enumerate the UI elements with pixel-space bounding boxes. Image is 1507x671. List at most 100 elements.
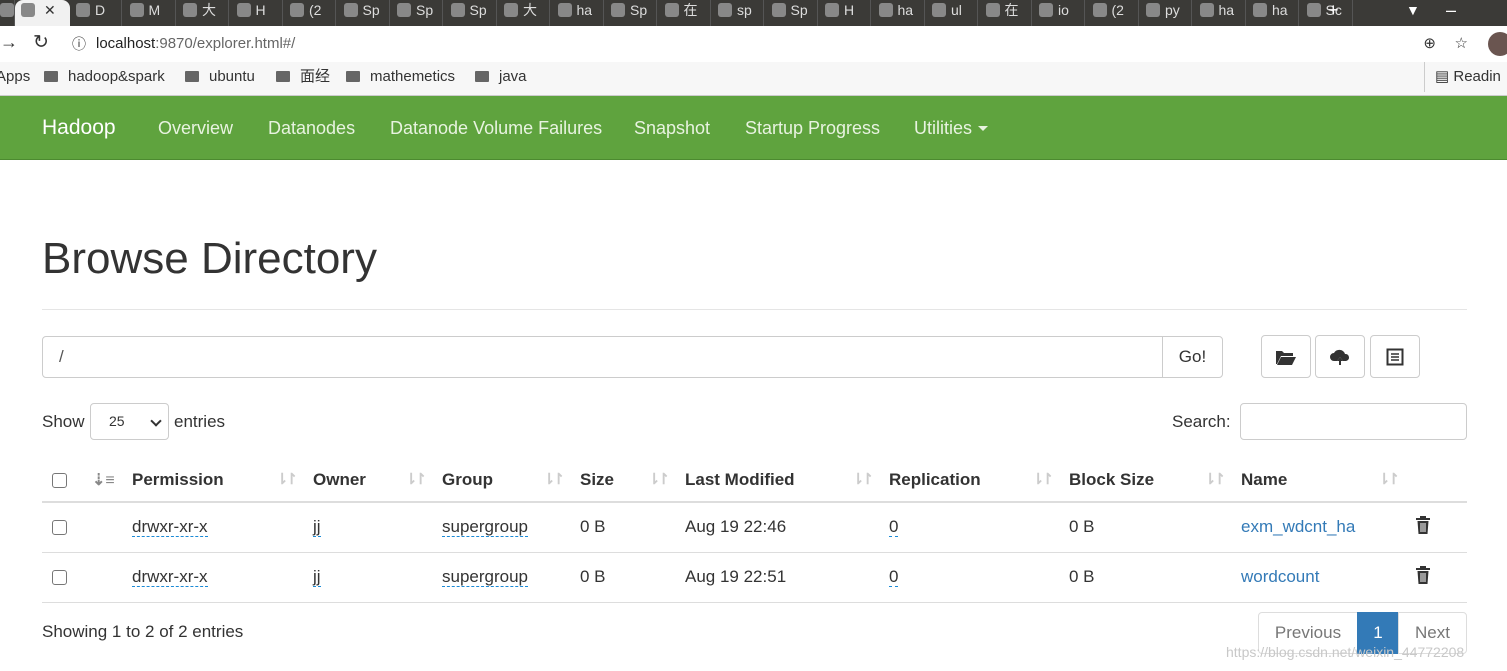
browser-tab[interactable]: Sl: [0, 0, 15, 26]
bookmark-hadoop-spark[interactable]: hadoop&spark: [44, 62, 165, 92]
favicon-icon: [557, 3, 572, 17]
info-icon: ⓘ: [72, 36, 86, 52]
browser-tab[interactable]: 大: [177, 0, 229, 26]
nav-volume-failures[interactable]: Datanode Volume Failures: [390, 96, 602, 160]
nav-overview[interactable]: Overview: [158, 96, 233, 160]
nav-utilities[interactable]: Utilities: [914, 96, 989, 160]
file-name-link[interactable]: wordcount: [1241, 567, 1319, 586]
permission-value[interactable]: drwxr-xr-x: [132, 567, 208, 587]
browser-tab[interactable]: Sp: [445, 0, 497, 26]
browser-tab[interactable]: ✕: [15, 0, 70, 26]
bookmark-apps[interactable]: Apps: [0, 62, 30, 92]
nav-snapshot[interactable]: Snapshot: [634, 96, 710, 160]
trash-icon[interactable]: [1415, 515, 1431, 534]
permission-value[interactable]: drwxr-xr-x: [132, 517, 208, 538]
browser-tab[interactable]: D: [70, 0, 122, 26]
header-size[interactable]: Size ⇂↾: [570, 458, 675, 503]
tab-title: (2: [1111, 2, 1124, 18]
header-permission[interactable]: Permission ⇂↾: [122, 458, 303, 503]
group-value[interactable]: supergroup: [442, 567, 529, 587]
table-info: Showing 1 to 2 of 2 entries: [42, 622, 244, 641]
header-label: Permission: [132, 469, 224, 489]
upload-button[interactable]: [1315, 335, 1365, 378]
browser-tab[interactable]: Sp: [605, 0, 657, 26]
replication-value[interactable]: 0: [889, 567, 899, 587]
browser-tab[interactable]: io: [1033, 0, 1085, 26]
close-tab-icon[interactable]: ✕: [44, 2, 56, 18]
owner-value[interactable]: jj: [313, 517, 321, 538]
nav-brand[interactable]: Hadoop: [42, 96, 116, 160]
browser-tab[interactable]: H: [819, 0, 871, 26]
browser-tab[interactable]: py: [1140, 0, 1192, 26]
sort-header[interactable]: ⇣≡: [90, 458, 122, 503]
trash-icon[interactable]: [1415, 565, 1431, 584]
search-input[interactable]: [1240, 403, 1467, 440]
tab-title: H: [844, 2, 855, 18]
nav-startup-progress[interactable]: Startup Progress: [745, 96, 880, 160]
file-table: ⇣≡ Permission ⇂↾ Owner ⇂↾ Group ⇂↾ Size ⇂↾ L…: [42, 458, 1467, 603]
favicon-icon: [236, 3, 251, 17]
browser-tab[interactable]: ha: [1194, 0, 1246, 26]
favicon-icon: [450, 3, 465, 17]
browser-tab[interactable]: ha: [1247, 0, 1299, 26]
browser-tab[interactable]: ha: [873, 0, 925, 26]
owner-value[interactable]: jj: [313, 567, 321, 587]
browser-tab[interactable]: ul: [926, 0, 978, 26]
nav-datanodes[interactable]: Datanodes: [268, 96, 355, 160]
bookmark-ubuntu[interactable]: ubuntu: [185, 62, 255, 92]
browser-tab[interactable]: Sp: [766, 0, 818, 26]
bookmark-mianjing[interactable]: 面经: [276, 62, 330, 92]
bookmark-java[interactable]: java: [475, 62, 527, 92]
group-value[interactable]: supergroup: [442, 517, 529, 538]
browser-tab[interactable]: H: [231, 0, 283, 26]
minimize-icon[interactable]: –: [1446, 0, 1456, 20]
bookmark-label: 面经: [300, 68, 331, 85]
file-name-link[interactable]: exm_wdcnt_ha: [1241, 517, 1355, 536]
reading-list[interactable]: ▤ Readin: [1424, 62, 1501, 92]
zoom-icon[interactable]: ⊕: [1423, 30, 1436, 58]
forward-icon[interactable]: →: [0, 32, 18, 53]
browser-tab[interactable]: sp: [712, 0, 764, 26]
browser-tab[interactable]: 大: [498, 0, 550, 26]
header-block-size[interactable]: Block Size ⇂↾: [1059, 458, 1231, 503]
browser-tab[interactable]: Sp: [391, 0, 443, 26]
header-name[interactable]: Name ⇂↾: [1231, 458, 1405, 503]
actions-cell: [1405, 502, 1467, 553]
bookmark-star-icon[interactable]: ☆: [1455, 30, 1468, 58]
favicon-icon: [611, 3, 625, 17]
reload-icon[interactable]: ↻: [33, 31, 49, 54]
cut-paste-button[interactable]: [1370, 335, 1420, 378]
bookmark-mathemetics[interactable]: mathemetics: [346, 62, 455, 92]
address-bar[interactable]: ⓘ localhost:9870/explorer.html#/ ⊕ ☆: [62, 30, 1480, 58]
browser-tab[interactable]: 在: [980, 0, 1032, 26]
row-checkbox[interactable]: [52, 570, 67, 586]
group-cell: supergroup: [432, 552, 570, 603]
browser-tab[interactable]: (2: [1087, 0, 1139, 26]
page-size-select[interactable]: 25: [90, 403, 169, 440]
favicon-icon: [664, 3, 679, 17]
go-button[interactable]: Go!: [1162, 336, 1223, 378]
new-tab-icon[interactable]: +: [1328, 0, 1339, 20]
browser-tab[interactable]: ha: [552, 0, 604, 26]
browser-tab[interactable]: M: [124, 0, 176, 26]
browser-tab[interactable]: Sp: [338, 0, 390, 26]
header-actions: [1405, 458, 1467, 503]
header-last-modified[interactable]: Last Modified ⇂↾: [675, 458, 879, 503]
size-cell: 0 B: [570, 552, 675, 603]
select-all-checkbox[interactable]: [52, 472, 67, 488]
header-group[interactable]: Group ⇂↾: [432, 458, 570, 503]
create-directory-button[interactable]: [1261, 335, 1311, 378]
header-label: Block Size: [1069, 469, 1155, 489]
browser-tab[interactable]: (2: [284, 0, 336, 26]
row-checkbox[interactable]: [52, 520, 67, 536]
header-replication[interactable]: Replication ⇂↾: [879, 458, 1059, 503]
tab-search-icon[interactable]: ▼: [1406, 0, 1420, 20]
path-input[interactable]: /: [42, 336, 1163, 378]
browser-tab[interactable]: 在: [659, 0, 711, 26]
tab-title: Sp: [469, 2, 487, 18]
favicon-icon: [1253, 3, 1267, 17]
header-owner[interactable]: Owner ⇂↾: [303, 458, 432, 503]
replication-value[interactable]: 0: [889, 517, 899, 538]
browser-tab[interactable]: Sc: [1301, 0, 1353, 26]
avatar[interactable]: [1488, 32, 1507, 56]
